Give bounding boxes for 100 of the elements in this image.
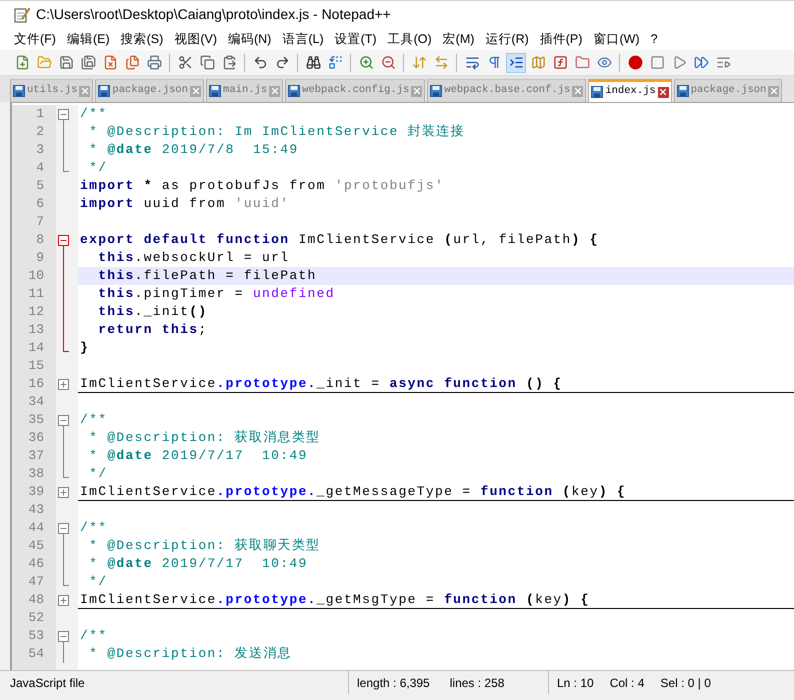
line-number: 45 xyxy=(28,537,44,556)
map-icon xyxy=(530,55,546,70)
binoculars-icon xyxy=(306,55,320,70)
close-tab-button[interactable] xyxy=(269,86,280,96)
collapse-icon[interactable] xyxy=(58,631,69,645)
expand-icon[interactable] xyxy=(58,487,69,498)
menu-item[interactable]: 视图(V) xyxy=(170,29,221,49)
line-number: 14 xyxy=(28,339,44,358)
line-number: 39 xyxy=(28,483,44,502)
tab-label: index.js xyxy=(605,84,656,100)
close-icon xyxy=(270,86,280,96)
lines-status: lines : 258 xyxy=(450,674,504,692)
line-number: 1 xyxy=(36,105,44,124)
tab-label: webpack.config.js xyxy=(302,83,410,98)
line-number: 35 xyxy=(28,411,44,430)
vertical-sync-icon xyxy=(412,55,426,70)
line-number: 38 xyxy=(28,465,44,484)
line-number: 13 xyxy=(28,321,44,340)
menu-item[interactable]: 运行(R) xyxy=(481,29,533,49)
tab-label: package.json xyxy=(690,83,766,98)
line-number: 34 xyxy=(28,393,44,412)
line-number: 9 xyxy=(36,249,44,268)
close-icon xyxy=(572,86,583,96)
open-folder-icon xyxy=(36,55,52,70)
close-file-icon xyxy=(102,55,118,70)
window-title: C:\Users\root\Desktop\Caiang\proto\index.js - Notepad++ xyxy=(36,5,391,24)
close-tab-button[interactable] xyxy=(79,86,90,96)
line-number: 15 xyxy=(28,357,44,376)
tab-label: utils.js xyxy=(27,83,78,98)
menu-item[interactable]: 宏(M) xyxy=(438,29,478,49)
function-icon xyxy=(552,55,568,70)
line-number: 3 xyxy=(36,141,44,160)
close-icon xyxy=(768,86,779,96)
line-number: 46 xyxy=(28,555,44,574)
line-status: Ln : 10 xyxy=(557,674,594,692)
menu-item[interactable]: 设置(T) xyxy=(330,29,381,49)
code-line: this.pingTimer = undefined xyxy=(97,285,336,303)
close-tab-button[interactable] xyxy=(572,86,584,96)
word-wrap-icon xyxy=(464,55,480,70)
close-icon xyxy=(190,86,201,96)
line-number: 54 xyxy=(28,645,44,664)
pilcrow-icon xyxy=(486,55,502,70)
code-line: * @Description: 获取聊天类型 xyxy=(88,537,322,555)
code-line: ImClientService.prototype._init = async function () { xyxy=(78,375,794,393)
collapse-icon[interactable] xyxy=(58,415,69,429)
code-line: * @Description: 获取消息类型 xyxy=(88,429,322,447)
collapse-icon[interactable] xyxy=(58,109,69,123)
code-line: import * as protobufJs from 'protobufjs' xyxy=(79,177,446,195)
menu-item[interactable]: 文件(F) xyxy=(10,29,60,49)
collapse-icon[interactable] xyxy=(58,235,69,249)
cut-icon xyxy=(178,55,192,70)
file-tab[interactable]: index.js xyxy=(588,79,672,102)
code-line: import uuid from 'uuid' xyxy=(79,195,290,213)
menu-item[interactable]: 编辑(E) xyxy=(62,29,114,49)
file-type: JavaScript file xyxy=(9,674,86,692)
stop-icon xyxy=(650,55,664,70)
code-line: /** xyxy=(79,105,108,123)
print-icon xyxy=(146,55,162,70)
folder-icon xyxy=(574,55,590,70)
menu-item[interactable]: ? xyxy=(646,29,662,49)
line-number: 5 xyxy=(36,177,44,196)
menu-item[interactable]: 窗口(W) xyxy=(589,29,644,49)
menu-item[interactable]: 编码(N) xyxy=(224,29,276,49)
line-number: 4 xyxy=(36,159,44,178)
line-number: 52 xyxy=(28,609,44,628)
line-number: 43 xyxy=(28,501,44,520)
code-line: */ xyxy=(88,465,108,483)
collapse-icon[interactable] xyxy=(58,523,69,537)
notepad-icon xyxy=(14,6,30,22)
menu-item[interactable]: 语言(L) xyxy=(278,29,328,49)
line-number: 16 xyxy=(28,375,44,394)
line-number: 10 xyxy=(28,267,44,286)
line-number: 11 xyxy=(28,285,44,304)
close-tab-button[interactable] xyxy=(768,86,780,96)
close-icon xyxy=(80,86,90,96)
save-all-icon xyxy=(80,55,96,70)
line-number: 8 xyxy=(36,231,44,250)
fast-forward-icon xyxy=(694,55,708,70)
code-line: ImClientService.prototype._getMessageType = function (key) { xyxy=(78,483,794,501)
code-line: * @date 2019/7/17 10:49 xyxy=(88,447,309,465)
menu-item[interactable]: 插件(P) xyxy=(536,29,586,49)
line-number: 37 xyxy=(28,447,44,466)
line-number: 2 xyxy=(36,123,44,142)
zoom-out-icon xyxy=(380,55,396,70)
new-file-icon xyxy=(14,55,30,70)
replace-icon xyxy=(328,55,342,70)
expand-icon[interactable] xyxy=(58,595,69,606)
close-tab-button[interactable] xyxy=(190,86,202,96)
code-line: * @date 2019/7/17 10:49 xyxy=(88,555,309,573)
menu-item[interactable]: 搜索(S) xyxy=(116,29,168,49)
eye-icon xyxy=(596,55,612,70)
line-number: 7 xyxy=(36,213,44,232)
code-line: export default function ImClientService (url, filePath) { xyxy=(79,231,600,249)
code-line: this._init() xyxy=(97,303,208,321)
expand-icon[interactable] xyxy=(58,379,69,390)
code-line: } xyxy=(79,339,90,357)
close-tab-button[interactable] xyxy=(411,86,422,96)
close-tab-button[interactable] xyxy=(658,86,669,98)
menu-item[interactable]: 工具(O) xyxy=(384,29,436,49)
indent-guide-button[interactable] xyxy=(506,52,526,72)
